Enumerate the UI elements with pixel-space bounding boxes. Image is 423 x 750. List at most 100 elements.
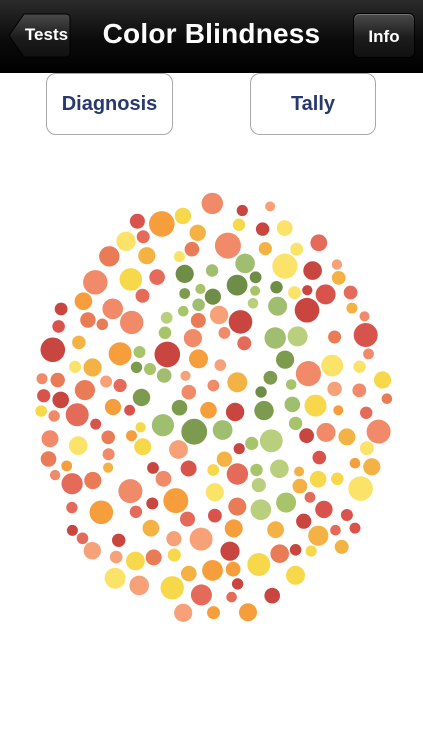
- plate-dot: [134, 438, 152, 456]
- plate-dot: [40, 451, 57, 467]
- plate-dot: [209, 305, 229, 325]
- plate-dot: [180, 511, 195, 527]
- plate-dot: [353, 323, 378, 347]
- plate-dot: [119, 268, 143, 291]
- plate-dot: [327, 381, 342, 397]
- plate-dot: [69, 360, 82, 373]
- info-button[interactable]: Info: [353, 13, 415, 58]
- plate-dot: [228, 310, 253, 334]
- plate-dot: [218, 327, 231, 339]
- plate-dot: [181, 565, 197, 582]
- plate-dot: [41, 430, 59, 448]
- plate-dot: [116, 231, 136, 251]
- plate-dot: [334, 539, 349, 554]
- plate-dot: [171, 399, 188, 416]
- plate-dot: [189, 224, 206, 241]
- plate-dot: [304, 394, 327, 417]
- plate-dot: [258, 242, 272, 256]
- plate-dot: [40, 337, 66, 363]
- plate-dot: [112, 533, 126, 547]
- plate-dot: [290, 242, 304, 256]
- plate-dot: [331, 259, 343, 270]
- plate-dot: [190, 313, 206, 328]
- plate-dot: [72, 335, 86, 350]
- plate-dot: [250, 463, 263, 477]
- plate-dot: [348, 476, 373, 501]
- plate-dot: [138, 247, 156, 265]
- tally-button[interactable]: Tally: [250, 73, 376, 135]
- plate-dot: [352, 383, 367, 398]
- plate-dot: [102, 298, 123, 320]
- plate-dot: [216, 451, 233, 467]
- plate-dot: [284, 396, 301, 413]
- plate-dot: [52, 320, 65, 333]
- plate-dot: [100, 375, 113, 388]
- plate-dot: [373, 371, 392, 389]
- plate-dot: [381, 393, 393, 404]
- plate-dot: [50, 372, 65, 388]
- plate-dot: [207, 464, 220, 476]
- plate-dot: [299, 428, 314, 444]
- navigation-bar: Tests Color Blindness Info: [0, 0, 423, 73]
- plate-dot: [183, 329, 202, 348]
- plate-dot: [231, 578, 244, 590]
- plate-dot: [254, 400, 274, 421]
- plate-dot: [212, 420, 233, 440]
- plate-dot: [288, 286, 301, 300]
- plate-dot: [270, 459, 289, 479]
- plate-dot: [132, 388, 151, 407]
- plate-dot: [76, 532, 89, 545]
- plate-dot: [160, 311, 173, 324]
- plate-dot: [233, 443, 245, 455]
- plate-dot: [267, 521, 284, 539]
- plate-dot: [129, 575, 149, 596]
- plate-dot: [133, 346, 146, 358]
- plate-dot: [80, 312, 96, 328]
- plate-dot: [104, 567, 126, 589]
- plate-dot: [48, 410, 60, 422]
- plate-dot: [264, 327, 286, 349]
- plate-dot: [136, 230, 150, 244]
- plate-dot: [263, 370, 278, 385]
- plate-dot: [224, 519, 243, 538]
- plate-dot: [145, 549, 162, 566]
- plate-dot: [338, 428, 356, 446]
- plate-dot: [54, 302, 68, 316]
- plate-dot: [158, 326, 172, 340]
- plate-dot: [181, 418, 208, 445]
- plate-dot: [272, 253, 298, 279]
- plate-dot: [359, 441, 374, 456]
- plate-dot: [163, 488, 189, 514]
- plate-dot: [236, 204, 248, 217]
- plate-dot: [304, 491, 316, 503]
- diagnosis-button[interactable]: Diagnosis: [46, 73, 173, 135]
- plate-dot: [333, 405, 344, 416]
- plate-dot: [129, 505, 143, 518]
- plate-dot: [175, 264, 194, 283]
- plate-dot: [173, 251, 185, 263]
- plate-dot: [265, 201, 276, 212]
- plate-dot: [178, 305, 189, 317]
- plate-dot: [247, 553, 271, 576]
- plate-dot: [154, 341, 181, 368]
- plate-dot: [189, 349, 208, 369]
- plate-dot: [189, 527, 213, 551]
- plate-dot: [184, 241, 200, 257]
- plate-dot: [129, 213, 145, 229]
- plate-dot: [239, 603, 257, 622]
- plate-dot: [135, 422, 146, 433]
- plate-dot: [312, 450, 327, 465]
- plate-dot: [250, 285, 261, 296]
- plate-dot: [251, 478, 266, 493]
- plate-dot: [226, 463, 249, 485]
- plate-dot: [359, 311, 370, 322]
- plate-dot: [268, 296, 288, 316]
- plate-dot: [225, 402, 245, 422]
- plate-dot: [308, 525, 329, 546]
- plate-dot: [201, 192, 223, 215]
- plate-dot: [205, 264, 219, 277]
- plate-dot: [180, 460, 197, 477]
- plate-dot: [35, 405, 47, 417]
- plate-dot: [343, 285, 358, 300]
- plate-dot: [167, 548, 181, 562]
